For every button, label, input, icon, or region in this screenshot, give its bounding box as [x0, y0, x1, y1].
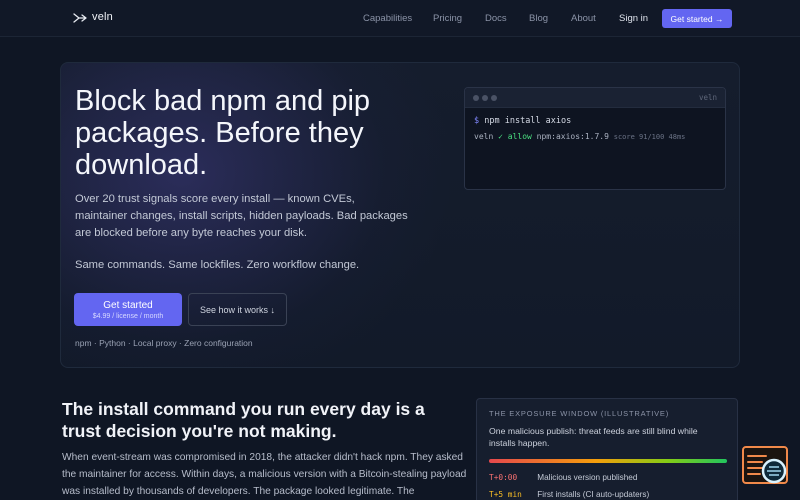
window-dot-icon: [473, 95, 479, 101]
timeline-desc: Malicious version published: [537, 473, 638, 482]
get-started-label: Get started: [103, 299, 153, 311]
logo-text: veln: [92, 11, 113, 23]
terminal-titlebar: veln: [465, 88, 725, 108]
logo[interactable]: veln: [73, 11, 113, 23]
terminal-title: veln: [698, 93, 717, 102]
exposure-window-card: THE EXPOSURE WINDOW (ILLUSTRATIVE) One m…: [476, 398, 738, 500]
check-icon: ✓: [498, 132, 503, 141]
timeline-time: T+0:00: [489, 473, 518, 482]
hero-title: Block bad npm and pip packages. Before t…: [75, 85, 371, 181]
hero-meta: npm · Python · Local proxy · Zero config…: [75, 338, 253, 348]
exposure-text: One malicious publish: threat feeds are …: [489, 426, 698, 448]
terminal-result-line: veln ✓ allow npm:axios:1.7.9 score 91/10…: [474, 132, 685, 141]
nav-link-docs[interactable]: Docs: [485, 13, 507, 24]
exposure-label: THE EXPOSURE WINDOW (ILLUSTRATIVE): [489, 409, 669, 418]
see-how-it-works-button[interactable]: See how it works ↓: [188, 293, 287, 326]
window-dot-icon: [491, 95, 497, 101]
price-label: $4.99 / license / month: [92, 312, 164, 320]
result-prefix: veln: [474, 132, 494, 141]
get-started-nav-button[interactable]: Get started →: [662, 9, 732, 28]
sign-in-link[interactable]: Sign in: [619, 13, 648, 24]
terminal-command: npm install axios: [484, 116, 572, 126]
top-nav: veln Capabilities Pricing Docs Blog Abou…: [0, 0, 800, 37]
chat-assistant-icon[interactable]: [742, 446, 790, 486]
section-title: The install command you run every day is…: [62, 399, 425, 441]
nav-link-about[interactable]: About: [571, 13, 596, 24]
nav-link-blog[interactable]: Blog: [529, 13, 548, 24]
get-started-button[interactable]: Get started $4.99 / license / month: [74, 293, 182, 326]
timeline-desc: First installs (CI auto-updaters): [537, 490, 650, 499]
window-dot-icon: [482, 95, 488, 101]
nav-link-pricing[interactable]: Pricing: [433, 13, 462, 24]
terminal-command-line: $ npm install axios: [474, 116, 571, 126]
result-package: npm:axios:1.7.9: [536, 132, 609, 141]
timeline-row: T+0:00 Malicious version published: [489, 473, 637, 482]
result-status: allow: [507, 132, 532, 141]
hero-description: Over 20 trust signals score every instal…: [75, 193, 408, 240]
section-body: When event-stream was compromised in 201…: [62, 452, 467, 497]
timeline-row: T+5 min First installs (CI auto-updaters…: [489, 490, 649, 499]
prompt-symbol: $: [474, 116, 480, 126]
result-meta: score 91/100 48ms: [613, 133, 686, 141]
terminal-window: veln $ npm install axios veln ✓ allow np…: [464, 87, 726, 190]
nav-link-capabilities[interactable]: Capabilities: [363, 13, 412, 24]
exposure-timeline-bar: [489, 459, 727, 463]
arrow-fork-icon: [73, 11, 87, 23]
hero-tagline: Same commands. Same lockfiles. Zero work…: [75, 259, 360, 271]
timeline-time: T+5 min: [489, 490, 522, 499]
